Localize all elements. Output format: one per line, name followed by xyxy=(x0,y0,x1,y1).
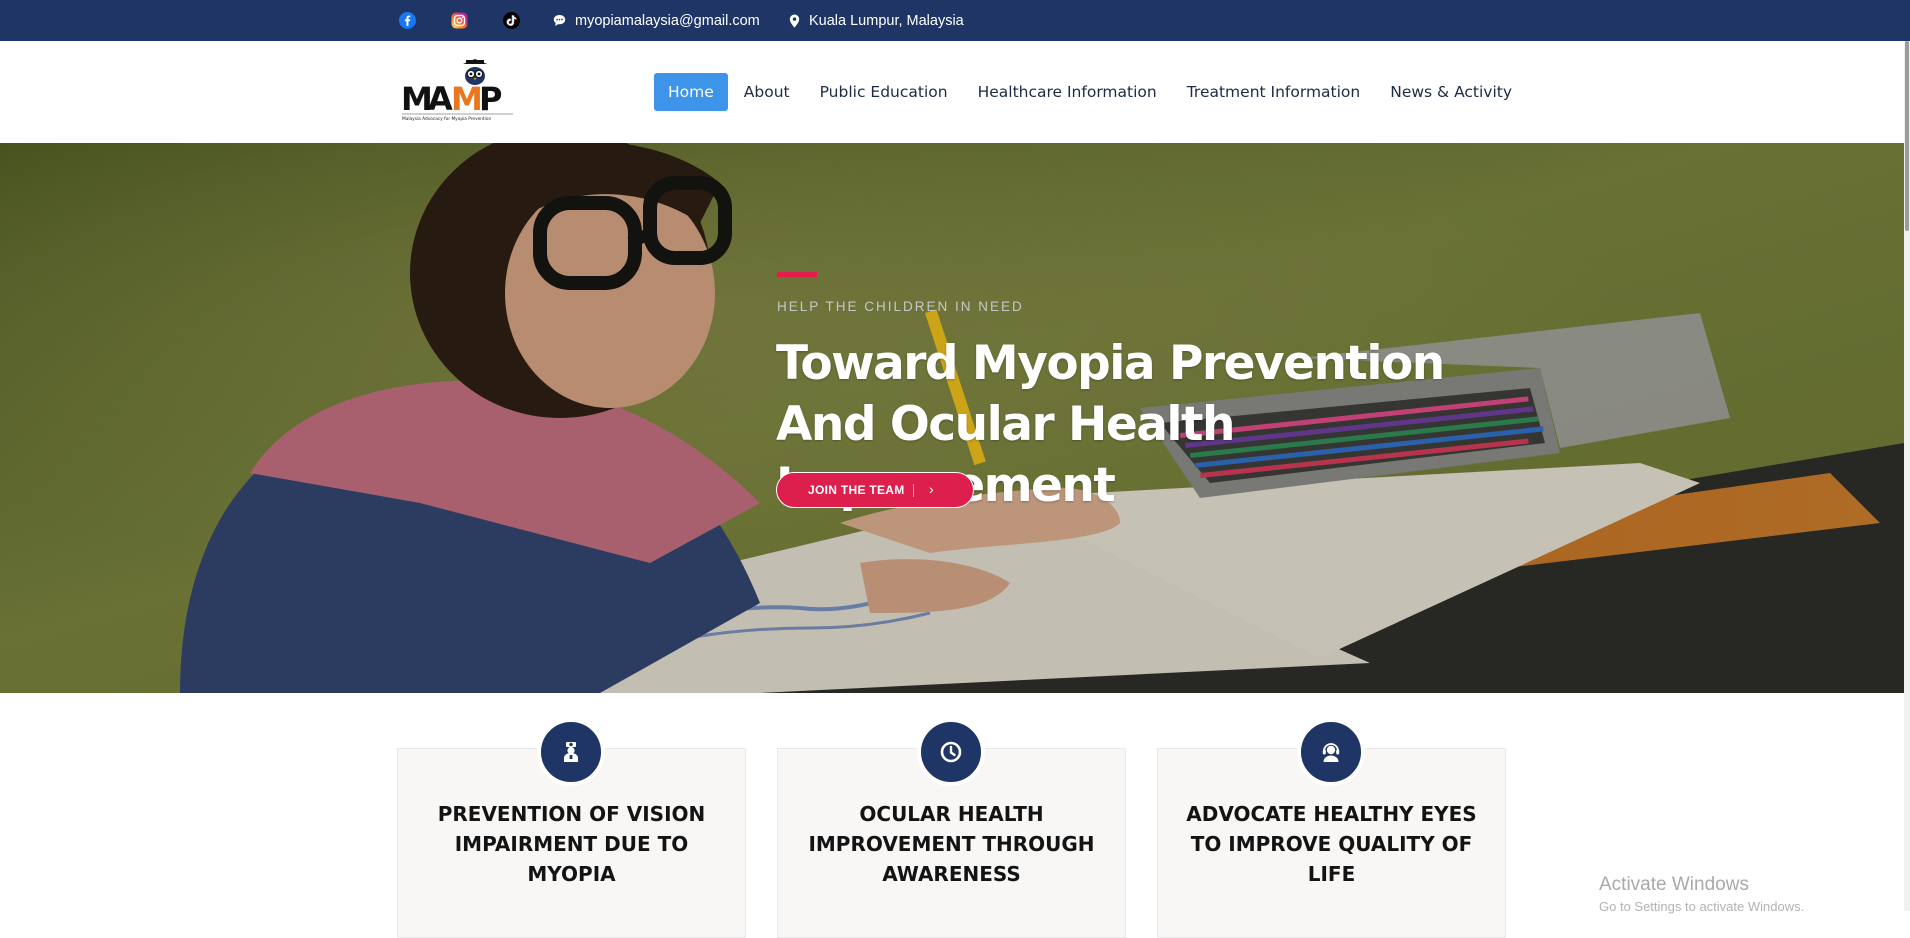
join-the-team-label: JOIN THE TEAM xyxy=(808,483,905,497)
join-the-team-button[interactable]: JOIN THE TEAM › xyxy=(776,472,974,508)
doctor-badge xyxy=(537,718,605,786)
instagram-icon xyxy=(450,12,468,30)
tiktok-link[interactable] xyxy=(502,0,520,41)
main-nav: Home About Public Education Healthcare I… xyxy=(654,73,1528,111)
site-header: M A M P Malaysia Advocacy for Myopia Pre… xyxy=(0,41,1904,143)
button-divider xyxy=(913,484,914,497)
activate-windows-subtitle: Go to Settings to activate Windows. xyxy=(1599,899,1805,914)
scrollbar-thumb[interactable] xyxy=(1905,41,1909,231)
nav-news-activity[interactable]: News & Activity xyxy=(1376,73,1526,111)
email-contact[interactable]: myopiamalaysia@gmail.com xyxy=(553,0,760,41)
chat-bubble-icon xyxy=(553,15,566,26)
support-agent-icon xyxy=(1322,743,1340,762)
facebook-icon xyxy=(398,12,416,30)
location-text: Kuala Lumpur, Malaysia xyxy=(809,12,964,29)
top-info-bar: myopiamalaysia@gmail.com Kuala Lumpur, M… xyxy=(0,0,1910,41)
site-logo[interactable]: M A M P Malaysia Advocacy for Myopia Pre… xyxy=(401,55,516,125)
svg-text:Malaysia Advocacy for Myopia P: Malaysia Advocacy for Myopia Prevention xyxy=(402,116,491,122)
activate-windows-title: Activate Windows xyxy=(1599,874,1749,895)
facebook-link[interactable] xyxy=(398,0,416,41)
support-badge xyxy=(1297,718,1365,786)
card-title: OCULAR HEALTH IMPROVEMENT THROUGH AWAREN… xyxy=(808,802,1095,886)
clock-icon xyxy=(940,741,962,763)
instagram-link[interactable] xyxy=(450,0,468,41)
nav-public-education[interactable]: Public Education xyxy=(806,73,962,111)
card-title: PREVENTION OF VISION IMPAIRMENT DUE TO M… xyxy=(437,802,706,886)
tiktok-icon xyxy=(502,12,520,30)
nav-home[interactable]: Home xyxy=(654,73,728,111)
svg-text:P: P xyxy=(479,80,502,118)
doctor-icon xyxy=(564,742,578,762)
email-text: myopiamalaysia@gmail.com xyxy=(575,12,760,29)
accent-line xyxy=(777,272,817,277)
nav-about[interactable]: About xyxy=(730,73,804,111)
hero-title-line-1: Toward Myopia Prevention xyxy=(776,336,1445,391)
clock-badge xyxy=(917,718,985,786)
svg-text:A: A xyxy=(428,80,453,118)
card-title: ADVOCATE HEALTHY EYES TO IMPROVE QUALITY… xyxy=(1186,802,1477,886)
page-scrollbar[interactable] xyxy=(1904,41,1910,911)
chevron-right-icon: › xyxy=(929,481,934,497)
location-info: Kuala Lumpur, Malaysia xyxy=(789,0,964,41)
map-pin-icon xyxy=(789,14,800,27)
hero-kicker: HELP THE CHILDREN IN NEED xyxy=(777,299,1024,314)
hero-banner: HELP THE CHILDREN IN NEED Toward Myopia … xyxy=(0,143,1904,693)
nav-treatment-information[interactable]: Treatment Information xyxy=(1173,73,1375,111)
nav-healthcare-information[interactable]: Healthcare Information xyxy=(964,73,1171,111)
